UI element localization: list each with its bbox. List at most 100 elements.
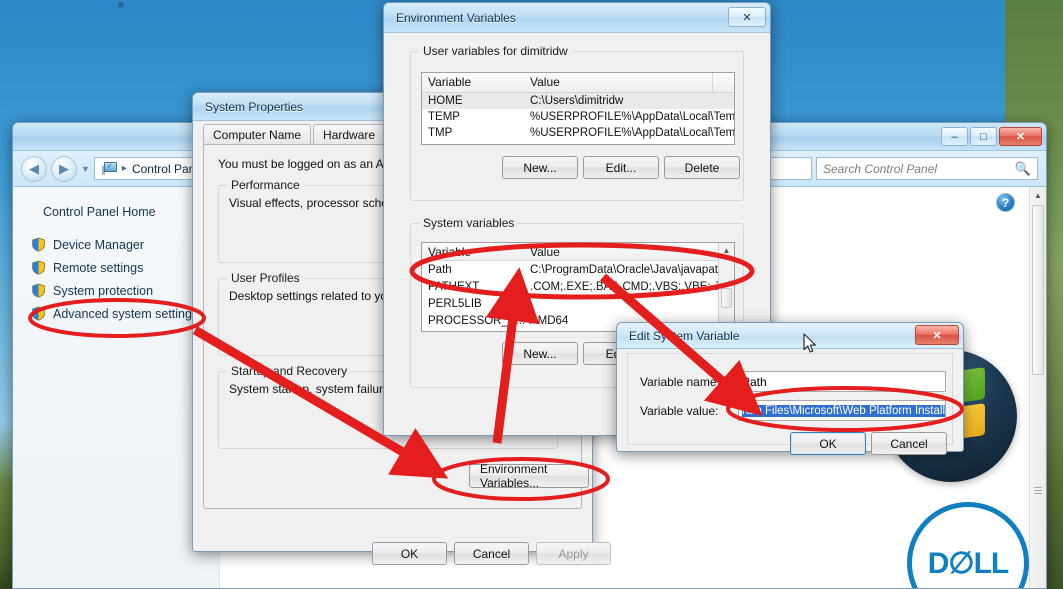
env-window-controls[interactable]: ✕	[728, 7, 766, 27]
scrollbar-thumb[interactable]	[1032, 205, 1044, 375]
breadcrumb-separator: ▸	[121, 163, 127, 174]
dell-logo: D∅LL	[907, 502, 1029, 588]
user-row-value: C:\Users\dimitridw	[530, 95, 624, 107]
search-input[interactable]: Search Control Panel 🔍	[816, 157, 1038, 180]
control-panel-sidebar: Control Panel Home Device Manager Remote…	[13, 187, 220, 588]
ok-button[interactable]: OK	[790, 432, 866, 455]
sidebar-item-label: Advanced system settings	[53, 306, 199, 321]
startup-recovery-description: System startup, system failure, a	[229, 382, 404, 396]
tab-hardware[interactable]: Hardware	[313, 124, 386, 145]
user-column-value: Value	[530, 75, 560, 89]
table-row[interactable]: PATHEXT .COM;.EXE;.BAT;.CMD;.VBS;.VBE;.J…	[422, 278, 734, 295]
sidebar-item-label: Remote settings	[53, 260, 144, 275]
system-row-variable: PATHEXT	[428, 280, 480, 293]
system-variables-list[interactable]: Variable Value Path C:\ProgramData\Oracl…	[421, 242, 735, 332]
sidebar-item-label: System protection	[53, 283, 154, 298]
system-column-variable: Variable	[428, 245, 472, 259]
computer-icon: ✓	[101, 162, 117, 175]
content-scrollbar[interactable]: ▲	[1029, 187, 1046, 588]
table-row[interactable]: TEMP %USERPROFILE%\AppData\Local\Temp	[422, 109, 734, 125]
sidebar-item-remote-settings[interactable]: Remote settings	[13, 256, 219, 279]
user-variables-header: Variable Value	[422, 73, 734, 93]
table-row[interactable]: HOME C:\Users\dimitridw	[422, 93, 734, 109]
scroll-up-arrow-icon[interactable]: ▲	[719, 243, 734, 258]
system-row-variable: PERL5LIB	[428, 297, 482, 310]
variable-name-value: Path	[742, 374, 767, 389]
system-variables-legend: System variables	[419, 216, 519, 230]
variable-name-input[interactable]: Path	[738, 371, 946, 392]
system-row-value: .COM;.EXE;.BAT;.CMD;.VBS;.VBE;.JS;...	[530, 280, 734, 293]
sidebar-item-system-protection[interactable]: System protection	[13, 279, 219, 302]
wallpaper-sun	[118, 2, 124, 8]
maximize-button[interactable]: □	[970, 127, 997, 146]
system-column-value: Value	[530, 245, 560, 259]
admin-note: You must be logged on as an Adm	[218, 157, 401, 171]
scrollbar-thumb[interactable]	[721, 288, 732, 308]
shield-icon	[31, 283, 46, 298]
control-panel-window-controls[interactable]: – □ ✕	[941, 127, 1042, 146]
variable-name-label: Variable name:	[640, 375, 720, 389]
user-profiles-legend: User Profiles	[227, 271, 304, 285]
edit-system-variable-body: Variable name: Path Variable value: ram …	[627, 353, 953, 455]
edit-system-variable-titlebar[interactable]: Edit System Variable ✕	[617, 323, 963, 349]
system-variables-scrollbar[interactable]: ▲	[718, 243, 734, 331]
system-properties-title: System Properties	[205, 99, 304, 114]
back-button[interactable]: ◀	[21, 155, 47, 182]
ok-button[interactable]: OK	[372, 542, 447, 565]
performance-description: Visual effects, processor schedu	[229, 196, 402, 210]
mouse-pointer	[803, 333, 816, 353]
system-row-variable: Path	[428, 263, 452, 276]
apply-button: Apply	[536, 542, 611, 565]
recent-pages-chevron-icon[interactable]: ▼	[81, 164, 90, 174]
environment-variables-title: Environment Variables	[396, 10, 516, 25]
variable-value-selected-text: ram Files\Microsoft\Web Platform Install…	[742, 404, 945, 417]
user-edit-button[interactable]: Edit...	[583, 156, 659, 179]
user-variables-group: User variables for dimitridw Variable Va…	[410, 44, 744, 201]
user-profiles-description: Desktop settings related to your	[229, 289, 398, 303]
tab-computer-name[interactable]: Computer Name	[203, 124, 312, 145]
search-placeholder: Search Control Panel	[823, 161, 938, 176]
user-row-value: %USERPROFILE%\AppData\Local\Temp	[530, 111, 734, 123]
help-icon[interactable]: ?	[996, 193, 1015, 212]
user-column-variable: Variable	[428, 75, 472, 89]
environment-variables-titlebar[interactable]: Environment Variables ✕	[384, 3, 770, 33]
system-row-variable: PROCESSOR_A...	[428, 314, 524, 327]
environment-variables-button[interactable]: Environment Variables...	[469, 462, 589, 490]
user-row-variable: HOME	[428, 95, 463, 107]
sidebar-item-advanced-system-settings[interactable]: Advanced system settings	[13, 302, 219, 325]
cancel-button[interactable]: Cancel	[871, 432, 947, 455]
search-icon[interactable]: 🔍	[1015, 161, 1031, 177]
system-variables-header: Variable Value	[422, 243, 734, 261]
shield-icon	[31, 237, 46, 252]
forward-button[interactable]: ▶	[51, 155, 77, 182]
variable-value-label: Variable value:	[640, 404, 719, 418]
close-icon[interactable]: ✕	[728, 7, 766, 27]
sidebar-item-control-panel-home[interactable]: Control Panel Home	[13, 205, 219, 233]
user-row-variable: TMP	[428, 127, 453, 139]
close-icon[interactable]: ✕	[915, 325, 959, 345]
cancel-button[interactable]: Cancel	[454, 542, 529, 565]
close-button[interactable]: ✕	[999, 127, 1042, 146]
user-variables-list[interactable]: Variable Value HOME C:\Users\dimitridw T…	[421, 72, 735, 145]
shield-icon	[31, 306, 46, 321]
user-row-value: %USERPROFILE%\AppData\Local\Temp	[530, 127, 734, 139]
table-row[interactable]: PERL5LIB	[422, 295, 734, 312]
user-delete-button[interactable]: Delete	[664, 156, 740, 179]
scrollbar-grip	[1034, 487, 1042, 494]
system-new-button[interactable]: New...	[502, 342, 578, 365]
user-variables-legend: User variables for dimitridw	[419, 44, 572, 58]
shield-icon	[31, 260, 46, 275]
user-new-button[interactable]: New...	[502, 156, 578, 179]
performance-legend: Performance	[227, 178, 304, 192]
edit-system-variable-dialog[interactable]: Edit System Variable ✕ Variable name: Pa…	[616, 322, 964, 455]
scroll-up-arrow-icon[interactable]: ▲	[1030, 187, 1046, 204]
system-row-value: C:\ProgramData\Oracle\Java\javapath;...	[530, 263, 734, 276]
startup-recovery-legend: Startup and Recovery	[227, 364, 352, 378]
variable-value-input[interactable]: ram Files\Microsoft\Web Platform Install…	[738, 400, 946, 421]
minimize-button[interactable]: –	[941, 127, 968, 146]
sidebar-item-device-manager[interactable]: Device Manager	[13, 233, 219, 256]
edit-window-controls[interactable]: ✕	[915, 325, 959, 345]
sidebar-item-label: Device Manager	[53, 237, 145, 252]
table-row[interactable]: TMP %USERPROFILE%\AppData\Local\Temp	[422, 125, 734, 141]
table-row[interactable]: Path C:\ProgramData\Oracle\Java\javapath…	[422, 261, 734, 278]
